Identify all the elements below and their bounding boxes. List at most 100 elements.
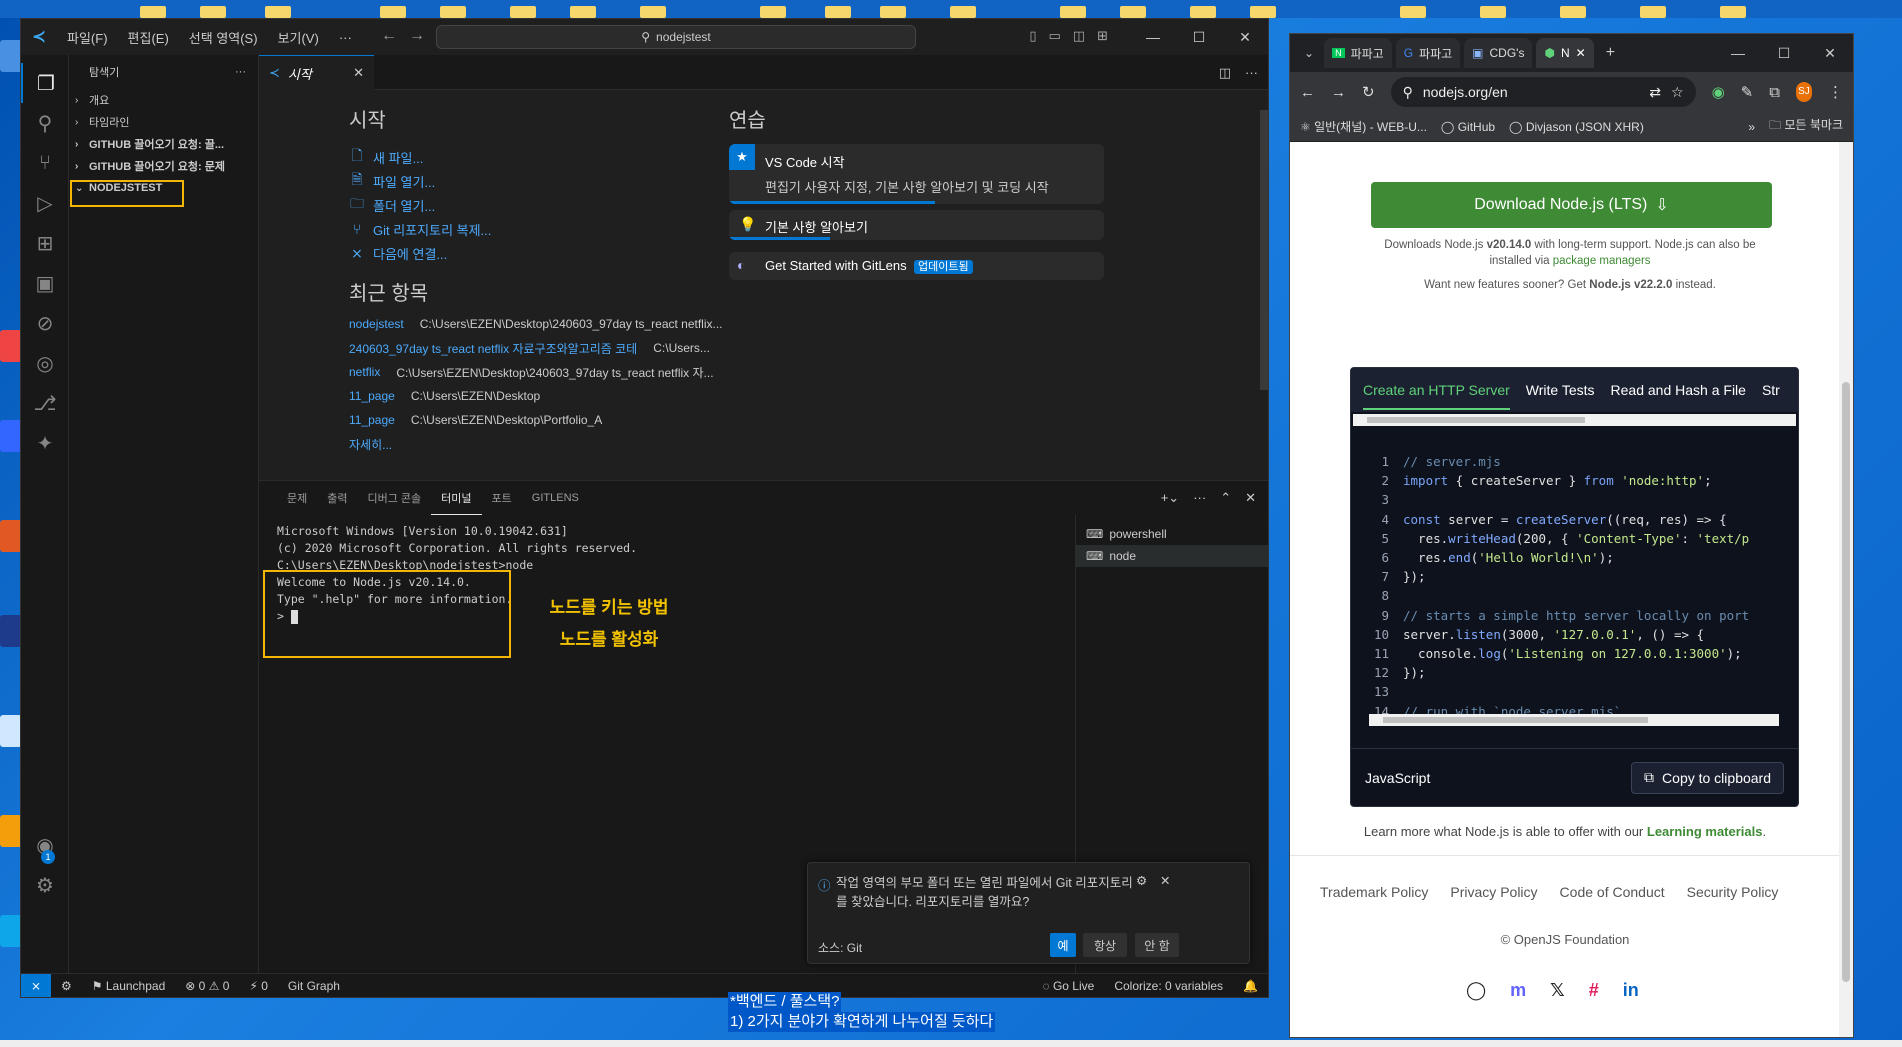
chrome-tab[interactable]: ▣ CDG's [1464, 38, 1533, 68]
close-tab-icon[interactable]: ✕ [353, 65, 364, 81]
recent-item[interactable]: nodejstest C:\Users\EZEN\Desktop\240603_9… [349, 312, 723, 336]
recent-name[interactable]: netflix [349, 365, 380, 379]
tab-write-tests[interactable]: Write Tests [1526, 382, 1595, 398]
recent-name[interactable]: 11_page [349, 413, 395, 427]
tab-ports[interactable]: 포트 [482, 481, 522, 515]
git-graph-status[interactable]: Git Graph [278, 979, 350, 993]
mastodon-icon[interactable]: m [1510, 980, 1526, 1001]
panel-more-icon[interactable]: ··· [1193, 490, 1206, 506]
desktop-icon[interactable] [0, 330, 22, 362]
close-icon[interactable]: ✕ [1807, 45, 1853, 62]
sidebar-item-outline[interactable]: › 개요 [69, 89, 258, 111]
problems-status[interactable]: ⊗ 0 ⚠ 0 [175, 979, 239, 993]
new-file-link[interactable]: 🗋 새 파일... [349, 145, 689, 169]
bookmark-star-icon[interactable]: ☆ [1671, 84, 1684, 101]
always-button[interactable]: 항상 [1083, 933, 1127, 957]
copy-to-clipboard-button[interactable]: ⧉ Copy to clipboard [1631, 761, 1784, 794]
slack-icon[interactable]: # [1589, 980, 1599, 1001]
bookmarks-overflow-icon[interactable]: » [1748, 120, 1755, 134]
tab-gitlens[interactable]: GITLENS [522, 481, 589, 515]
chrome-tab[interactable]: N 파파고 [1324, 38, 1392, 68]
desktop-icon[interactable] [0, 915, 22, 947]
menu-selection[interactable]: 선택 영역(S) [179, 28, 268, 47]
minimize-icon[interactable]: — [1130, 29, 1176, 45]
package-managers-link[interactable]: package managers [1553, 255, 1651, 267]
editor-more-icon[interactable]: ··· [1245, 65, 1258, 81]
recent-item[interactable]: 11_page C:\Users\EZEN\Desktop\Portfolio_A [349, 408, 689, 432]
notification-settings-icon[interactable]: ⚙ [1136, 873, 1147, 888]
toggle-panel-icon[interactable]: ▭ [1049, 28, 1061, 44]
terminal-item-powershell[interactable]: ⌨ powershell [1076, 523, 1268, 545]
learning-materials-link[interactable]: Learning materials [1647, 824, 1763, 839]
chrome-tab[interactable]: G 파파고 [1395, 38, 1461, 68]
desktop-icon[interactable] [0, 815, 22, 847]
chrome-menu-icon[interactable]: ⋮ [1828, 83, 1843, 101]
maximize-panel-icon[interactable]: ⌃ [1220, 490, 1231, 506]
more-recent-link[interactable]: 자세히... [349, 432, 689, 456]
extension-icon[interactable]: ◉ [1712, 83, 1725, 101]
close-panel-icon[interactable]: ✕ [1245, 490, 1256, 506]
clone-repo-link[interactable]: ⑂ Git 리포지토리 복제... [349, 217, 689, 241]
ext-status-icon[interactable]: ⚙ [51, 979, 82, 993]
explorer-icon[interactable]: ❐ [21, 63, 69, 103]
tab-hash-file[interactable]: Read and Hash a File [1611, 382, 1746, 398]
desktop-icon[interactable] [0, 40, 22, 72]
menu-view[interactable]: 보기(V) [268, 28, 329, 47]
ports-status[interactable]: ⚡ 0 [239, 979, 277, 993]
all-bookmarks-folder[interactable]: 🗀 모든 북마크 [1769, 116, 1843, 137]
security-policy-link[interactable]: Security Policy [1687, 884, 1779, 900]
more-label[interactable]: 자세히... [349, 436, 392, 453]
source-control-icon[interactable]: ⑂ [21, 143, 69, 183]
privacy-policy-link[interactable]: Privacy Policy [1450, 884, 1537, 900]
recent-item[interactable]: 11_page C:\Users\EZEN\Desktop [349, 384, 689, 408]
recent-item[interactable]: netflix C:\Users\EZEN\Desktop\240603_97da… [349, 360, 714, 384]
command-center-search[interactable]: ⚲ nodejstest [436, 25, 916, 49]
recent-name[interactable]: 11_page [349, 389, 395, 403]
current-version-link[interactable]: Node.js v22.2.0 [1589, 279, 1672, 291]
connect-to-link[interactable]: ⨯ 다음에 연결... [349, 241, 689, 265]
bookmark-item[interactable]: ◯ Divjason (JSON XHR) [1509, 120, 1644, 134]
history-nav[interactable]: ←→ [381, 27, 437, 45]
trademark-policy-link[interactable]: Trademark Policy [1320, 884, 1428, 900]
colorize-status[interactable]: Colorize: 0 variables [1104, 979, 1233, 993]
open-folder-link[interactable]: 🗀 폴더 열기... [349, 193, 689, 217]
extensions-puzzle-icon[interactable]: ⧉ [1769, 84, 1780, 101]
settings-gear-icon[interactable]: ⚙ [21, 865, 69, 905]
close-tab-icon[interactable]: ✕ [1576, 46, 1586, 60]
new-terminal-icon[interactable]: +⌄ [1161, 490, 1179, 506]
tab-terminal[interactable]: 터미널 [431, 481, 482, 515]
split-editor-icon[interactable]: ◫ [1219, 65, 1231, 81]
menu-edit[interactable]: 편집(E) [118, 28, 179, 47]
desktop-icon[interactable] [0, 420, 22, 452]
tab-welcome[interactable]: ≺ 시작 ✕ [259, 55, 374, 90]
launchpad-status[interactable]: ⚑ Launchpad [82, 979, 175, 993]
maximize-icon[interactable]: ☐ [1176, 29, 1222, 46]
profile-avatar[interactable]: SJ [1795, 82, 1812, 102]
recent-item[interactable]: 240603_97day ts_react netflix 자료구조와알고리즘 … [349, 336, 710, 360]
never-button[interactable]: 안 함 [1135, 933, 1179, 957]
code-of-conduct-link[interactable]: Code of Conduct [1560, 884, 1665, 900]
go-live-status[interactable]: ◌ Go Live [1033, 979, 1105, 993]
github-icon[interactable]: ◯ [1466, 980, 1486, 1001]
forward-arrow-icon[interactable]: → [409, 27, 437, 44]
close-icon[interactable]: ✕ [1222, 29, 1268, 46]
minimize-icon[interactable]: — [1715, 45, 1761, 62]
terminal-item-node[interactable]: ⌨ node [1076, 545, 1268, 567]
toggle-secondary-sidebar-icon[interactable]: ◫ [1073, 28, 1085, 44]
tab-search-icon[interactable]: ⌄ [1298, 46, 1320, 60]
tab-problems[interactable]: 문제 [277, 481, 317, 515]
forward-icon[interactable]: → [1331, 84, 1346, 101]
tab-http-server[interactable]: Create an HTTP Server [1363, 382, 1510, 410]
search-view-icon[interactable]: ⚲ [21, 103, 69, 143]
download-lts-button[interactable]: Download Node.js (LTS) ⇩ [1371, 182, 1772, 228]
x-twitter-icon[interactable]: 𝕏 [1550, 980, 1565, 1001]
new-tab-icon[interactable]: + [1598, 44, 1623, 62]
welcome-scrollbar[interactable] [1258, 90, 1268, 480]
sidebar-item-github-issues[interactable]: › GITHUB 끌어오기 요청: 문제 [69, 155, 258, 177]
extensions-icon[interactable]: ⊞ [21, 223, 69, 263]
recent-name[interactable]: 240603_97day ts_react netflix 자료구조와알고리즘 … [349, 340, 637, 357]
walkthrough-card-gitlens[interactable]: ◐ Get Started with GitLens 업데이트됨 [729, 252, 1104, 280]
recent-name[interactable]: nodejstest [349, 317, 404, 331]
page-scrollbar[interactable] [1839, 142, 1853, 1037]
address-bar[interactable]: ⚲ nodejs.org/en ⇄ ☆ [1390, 77, 1696, 107]
